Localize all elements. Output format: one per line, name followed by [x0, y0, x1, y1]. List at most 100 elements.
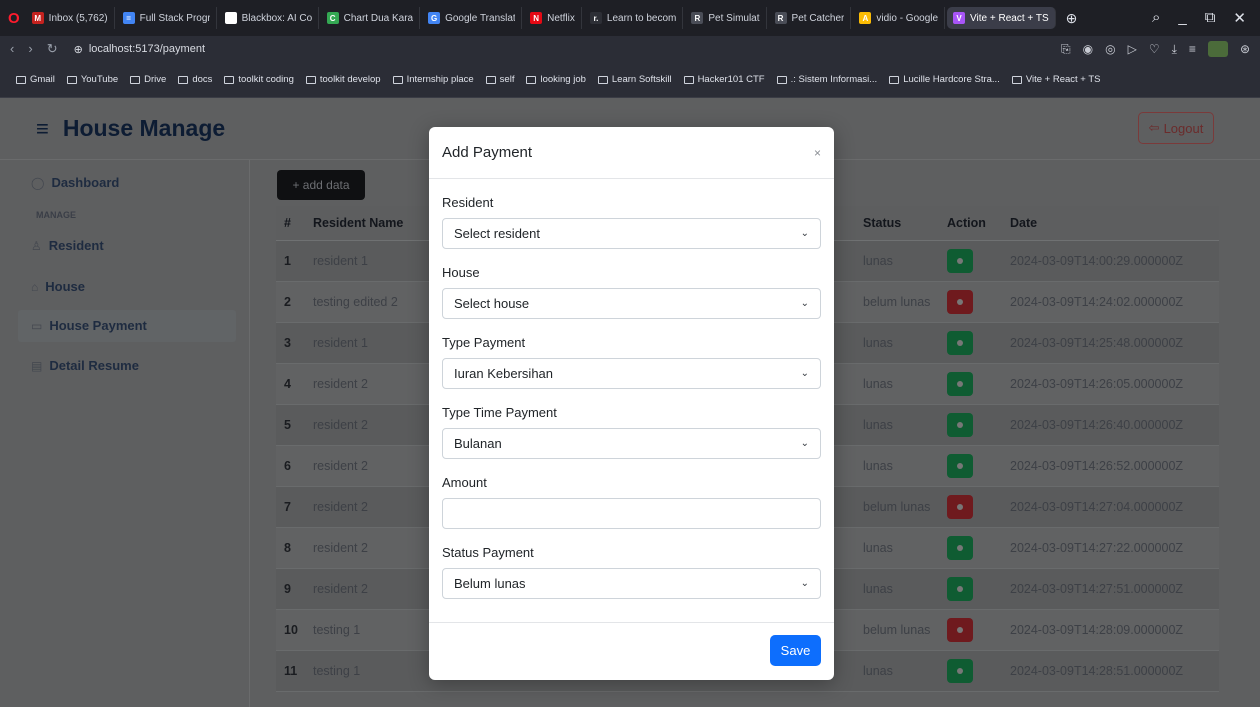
tab-label: Learn to becom — [606, 12, 677, 24]
status-toggle[interactable] — [947, 330, 973, 355]
status-toggle[interactable] — [947, 617, 973, 642]
cell-resident: resident 2 — [305, 486, 421, 528]
camera-icon[interactable]: ◉ — [1083, 42, 1093, 56]
status-toggle[interactable] — [947, 535, 973, 560]
cell-resident: resident 2 — [305, 404, 421, 446]
screenshot-icon[interactable]: ⎘ — [1061, 42, 1071, 57]
cell-n: 1 — [276, 240, 305, 282]
status-toggle[interactable] — [947, 576, 973, 601]
status-toggle[interactable] — [947, 412, 973, 437]
bookmark-item[interactable]: YouTube — [66, 74, 118, 85]
bookmark-icon — [305, 75, 316, 84]
cell-date: 2024-03-09T14:27:51.000000Z — [1002, 568, 1219, 610]
url-field[interactable]: ⊕ localhost:5173/payment — [74, 43, 205, 56]
browser-tab[interactable]: R Pet Simulat — [685, 7, 767, 29]
logout-button[interactable]: ⇦ Logout — [1138, 112, 1214, 144]
status-payment-label: Status Payment — [442, 545, 534, 560]
cell-date: 2024-03-09T14:00:29.000000Z — [1002, 240, 1219, 282]
cell-date: 2024-03-09T14:26:05.000000Z — [1002, 363, 1219, 405]
reload-icon[interactable]: ↻ — [47, 41, 58, 57]
cell-resident: testing 1 — [305, 650, 421, 692]
house-select[interactable]: Select house ⌄ — [442, 288, 821, 319]
type-time-payment-select[interactable]: Bulanan ⌄ — [442, 428, 821, 459]
cell-n: 6 — [276, 445, 305, 487]
status-toggle[interactable] — [947, 658, 973, 683]
sidebar-item-dashboard[interactable]: ◯ Dashboard — [31, 175, 119, 190]
avatar[interactable] — [1207, 41, 1228, 57]
restore-icon[interactable]: ⧉ — [1205, 9, 1216, 27]
house-label: House — [442, 265, 480, 280]
back-icon[interactable]: ‹ — [10, 41, 14, 57]
sidebar-item-resident[interactable]: ♙ Resident — [31, 238, 104, 253]
url-text[interactable]: localhost:5173/payment — [89, 43, 205, 55]
site-info-icon[interactable]: ⊕ — [74, 43, 83, 56]
status-payment-select[interactable]: Belum lunas ⌄ — [442, 568, 821, 599]
bookmark-item[interactable]: Vite + React + TS — [1011, 74, 1100, 85]
bookmark-item[interactable]: looking job — [526, 74, 586, 85]
browser-tab[interactable]: C Chart Dua Kara — [321, 7, 421, 29]
type-payment-select-value: Iuran Kebersihan — [454, 366, 554, 381]
browser-tab[interactable]: = Full Stack Progr — [117, 7, 217, 29]
bookmark-item[interactable]: docs — [178, 74, 212, 85]
opera-logo-icon[interactable]: O — [0, 10, 26, 27]
cell-n: 10 — [276, 609, 305, 651]
save-button[interactable]: Save — [770, 635, 821, 666]
bookmark-item[interactable]: Learn Softskill — [597, 74, 672, 85]
search-icon[interactable]: ⌕ — [1152, 9, 1160, 27]
status-toggle[interactable] — [947, 248, 973, 273]
browser-tab[interactable]: G Google Translat — [422, 7, 523, 29]
bookmark-item[interactable]: Internship place — [392, 74, 474, 85]
type-payment-select[interactable]: Iuran Kebersihan ⌄ — [442, 358, 821, 389]
tab-favicon-icon: = — [122, 12, 135, 24]
download-icon[interactable]: ⤓ — [1172, 42, 1177, 57]
browser-tab[interactable]: Avidio - Google — [853, 7, 946, 29]
resident-select[interactable]: Select resident ⌄ — [442, 218, 821, 249]
extensions-icon[interactable]: ⊛ — [1240, 42, 1250, 56]
sidebar-section-label: MANAGE — [36, 210, 76, 220]
bookmark-item[interactable]: toolkit develop — [305, 74, 381, 85]
play-icon[interactable]: ▷ — [1128, 42, 1137, 56]
add-data-button[interactable]: + add data — [277, 170, 365, 200]
browser-tab[interactable]: Blackbox: AI Co — [219, 7, 319, 29]
status-toggle[interactable] — [947, 453, 973, 478]
status-toggle[interactable] — [947, 494, 973, 519]
tab-favicon-icon — [224, 12, 237, 24]
new-tab-icon[interactable]: ⊕ — [1066, 10, 1078, 27]
heart-icon[interactable]: ♡ — [1149, 42, 1160, 56]
close-window-icon[interactable]: ✕ — [1233, 9, 1246, 27]
bookmark-item[interactable]: .: Sistem Informasi... — [776, 74, 878, 85]
sidebar-item-house[interactable]: ⌂ House — [31, 279, 85, 294]
bookmark-item[interactable]: Drive — [130, 74, 166, 85]
bookmark-item[interactable]: Lucille Hardcore Stra... — [889, 74, 1000, 85]
bookmark-icon — [178, 75, 189, 84]
bookmark-label: .: Sistem Informasi... — [790, 74, 878, 85]
status-toggle[interactable] — [947, 289, 973, 314]
minimize-icon[interactable]: _ — [1178, 9, 1186, 27]
vpn-icon[interactable]: ◎ — [1105, 42, 1115, 56]
cell-action — [939, 527, 1002, 569]
browser-tab[interactable]: r. Learn to becom — [584, 7, 684, 29]
window-controls: ⌕ _ ⧉ ✕ — [1152, 9, 1260, 27]
forward-icon[interactable]: › — [28, 41, 32, 57]
browser-tab[interactable]: N Netflix — [524, 7, 582, 29]
bookmark-icon — [597, 75, 608, 84]
browser-tab[interactable]: M Inbox (5,762) — [26, 7, 115, 29]
bookmark-item[interactable]: Hacker101 CTF — [683, 74, 765, 85]
bookmark-label: Hacker101 CTF — [697, 74, 765, 85]
menu-icon[interactable]: ≡ — [1189, 42, 1196, 56]
sidebar-item-detail-resume[interactable]: ▤ Detail Resume — [31, 358, 139, 373]
bookmark-icon — [16, 75, 26, 84]
sidebar-item-house-payment[interactable]: ▭ House Payment — [31, 318, 147, 333]
browser-tab[interactable]: V Vite + React + TS — [947, 7, 1056, 29]
tab-favicon-icon: M — [31, 12, 44, 24]
bookmark-item[interactable]: self — [485, 74, 514, 85]
chevron-down-icon: ⌄ — [800, 438, 809, 449]
close-icon[interactable]: × — [814, 146, 821, 160]
brand-title: House Manage — [62, 115, 226, 141]
bookmark-item[interactable]: toolkit coding — [224, 74, 294, 85]
bookmark-item[interactable]: Gmail — [16, 74, 55, 85]
status-toggle[interactable] — [947, 371, 973, 396]
hamburger-menu-icon[interactable]: ≡ — [36, 116, 49, 142]
amount-field[interactable] — [442, 498, 821, 529]
browser-tab[interactable]: R Pet Catcher — [769, 7, 852, 29]
